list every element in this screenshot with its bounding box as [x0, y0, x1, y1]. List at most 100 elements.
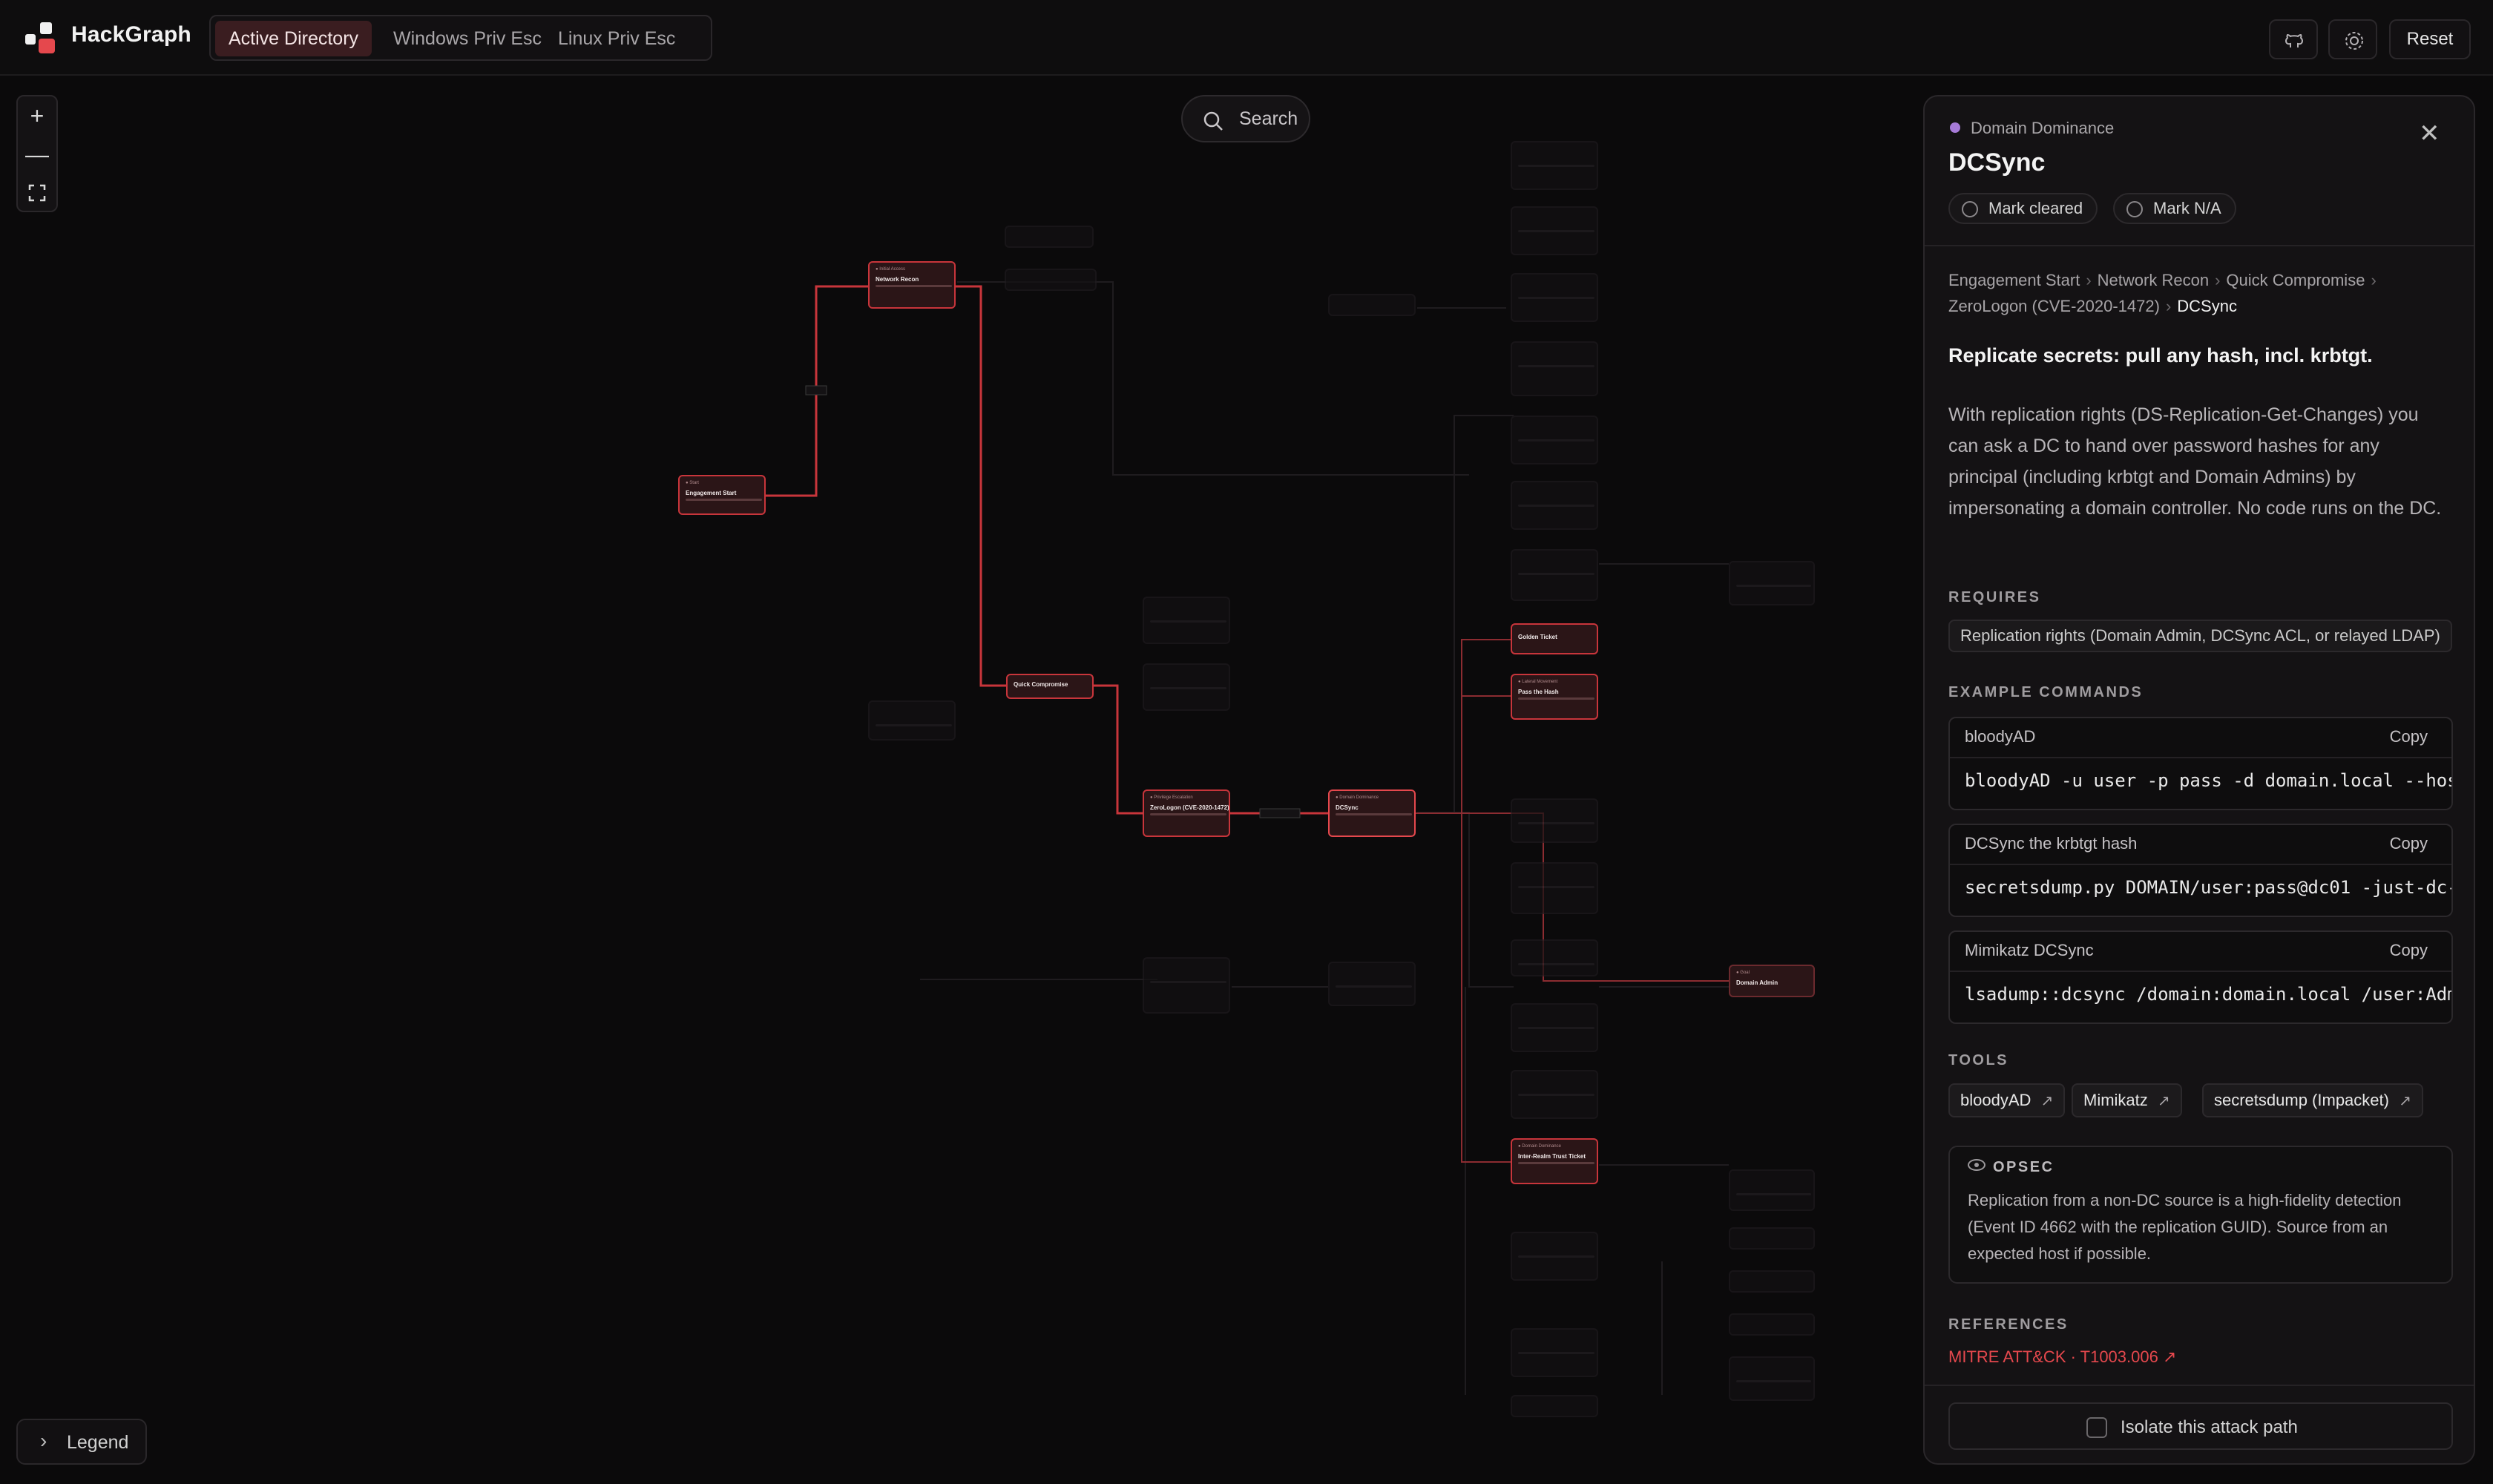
graph-node[interactable] [1511, 798, 1598, 843]
graph-node[interactable] [1511, 1395, 1598, 1417]
isolate-path-toggle[interactable]: Isolate this attack path [1948, 1402, 2453, 1450]
search-button[interactable]: Search [1181, 95, 1310, 142]
breadcrumb-item[interactable]: ZeroLogon (CVE-2020-1472) [1948, 297, 2160, 315]
fit-view-button[interactable] [18, 174, 56, 212]
search-icon [1203, 111, 1223, 131]
graph-node-golden-ticket[interactable]: Golden Ticket [1511, 623, 1598, 654]
graph-node-dcsync[interactable]: ● Domain Dominance DCSync [1328, 789, 1416, 837]
divider [1925, 245, 2474, 246]
legend-label: Legend [67, 1432, 129, 1453]
opsec-heading: OPSEC [1993, 1159, 2054, 1175]
copy-button[interactable]: Copy [2390, 727, 2428, 746]
graph-node-zerologon[interactable]: ● Privilege Escalation ZeroLogon (CVE-20… [1143, 789, 1230, 837]
graph-node[interactable] [1729, 1313, 1815, 1336]
graph-node[interactable] [1511, 416, 1598, 464]
graph-node[interactable] [1511, 1328, 1598, 1377]
ban-icon [2126, 201, 2143, 217]
graph-node-inter-realm-trust-ticket[interactable]: ● Domain Dominance Inter-Realm Trust Tic… [1511, 1138, 1598, 1184]
references-heading: REFERENCES [1948, 1316, 2069, 1333]
command-label: bloodyAD [1965, 727, 2036, 746]
divider [1925, 1385, 2474, 1386]
chevron-right-icon: › [40, 1429, 47, 1452]
graph-node[interactable] [1511, 1070, 1598, 1119]
graph-node[interactable] [1143, 663, 1230, 711]
graph-node-engagement-start[interactable]: ● Start Engagement Start [678, 475, 766, 515]
node-title: DCSync [1948, 148, 2046, 177]
search-label: Search [1239, 108, 1298, 129]
graph-node[interactable] [1511, 862, 1598, 914]
tool-link-mimikatz[interactable]: Mimikatz ↗ [2072, 1083, 2182, 1117]
graph-node[interactable] [1511, 549, 1598, 601]
chevron-right-icon: › [2371, 271, 2377, 289]
graph-node[interactable] [1511, 1003, 1598, 1052]
graph-node-domain-admin[interactable]: ● Goal Domain Admin [1729, 965, 1815, 997]
command-label: Mimikatz DCSync [1965, 941, 2094, 959]
command-code[interactable]: lsadump::dcsync /domain:domain.local /us… [1965, 984, 2451, 1005]
breadcrumb-item[interactable]: Quick Compromise [2226, 271, 2365, 289]
graph-node[interactable] [868, 700, 956, 741]
graph-node[interactable] [1143, 957, 1230, 1014]
node-detail-panel: Domain Dominance ✕ DCSync Mark cleared M… [1923, 95, 2475, 1465]
graph-node[interactable] [1511, 481, 1598, 530]
zoom-out-button[interactable]: — [18, 135, 56, 174]
graph-node[interactable] [1729, 1270, 1815, 1293]
requires-chip: Replication rights (Domain Admin, DCSync… [1948, 620, 2452, 652]
breadcrumb-current: DCSync [2177, 297, 2237, 315]
fit-view-icon [28, 184, 46, 202]
graph-node[interactable] [1511, 341, 1598, 396]
commands-heading: EXAMPLE COMMANDS [1948, 684, 2144, 700]
external-link-icon: ↗ [2040, 1093, 2054, 1109]
graph-node[interactable] [1511, 1232, 1598, 1281]
checkbox[interactable] [2086, 1417, 2107, 1438]
command-code[interactable]: bloodyAD -u user -p pass -d domain.local… [1965, 770, 2451, 791]
breadcrumb-item[interactable]: Engagement Start [1948, 271, 2080, 289]
breadcrumb-item[interactable]: Network Recon [2098, 271, 2209, 289]
graph-node[interactable] [1511, 141, 1598, 190]
legend-toggle[interactable]: › Legend [16, 1419, 147, 1465]
copy-button[interactable]: Copy [2390, 941, 2428, 960]
command-block: Mimikatz DCSync Copy lsadump::dcsync /do… [1948, 930, 2453, 1024]
tool-link-bloodyad[interactable]: bloodyAD ↗ [1948, 1083, 2066, 1117]
chevron-right-icon: › [2086, 271, 2092, 289]
graph-node[interactable] [1143, 597, 1230, 644]
category-dot-icon [1950, 122, 1960, 133]
zoom-in-button[interactable]: + [18, 96, 56, 135]
graph-node[interactable] [1729, 1356, 1815, 1401]
graph-node-network-recon[interactable]: ● Initial Access Network Recon [868, 261, 956, 309]
graph-node[interactable] [1729, 561, 1815, 605]
eye-icon [1968, 1159, 1985, 1171]
chevron-right-icon: › [2165, 297, 2172, 315]
graph-node[interactable] [1511, 206, 1598, 255]
graph-node-quick-compromise[interactable]: Quick Compromise [1006, 674, 1094, 699]
command-block: bloodyAD Copy bloodyAD -u user -p pass -… [1948, 717, 2453, 810]
graph-node[interactable] [1005, 226, 1094, 248]
node-category: Domain Dominance [1950, 119, 2114, 138]
zoom-controls: + — [16, 95, 58, 212]
graph-node[interactable] [1511, 273, 1598, 322]
command-code[interactable]: secretsdump.py DOMAIN/user:pass@dc01 -ju… [1965, 877, 2451, 898]
reference-link[interactable]: MITRE ATT&CK · T1003.006 ↗ [1948, 1347, 2176, 1367]
copy-button[interactable]: Copy [2390, 834, 2428, 853]
mark-cleared-button[interactable]: Mark cleared [1948, 193, 2098, 224]
requires-heading: REQUIRES [1948, 589, 2041, 605]
graph-node[interactable] [1729, 1227, 1815, 1250]
graph-node[interactable] [1328, 962, 1416, 1006]
command-label: DCSync the krbtgt hash [1965, 834, 2138, 853]
graph-node[interactable] [1511, 939, 1598, 976]
mark-na-button[interactable]: Mark N/A [2113, 193, 2236, 224]
tools-heading: TOOLS [1948, 1052, 2009, 1068]
circle-icon [1962, 201, 1978, 217]
close-icon[interactable]: ✕ [2419, 119, 2440, 148]
external-link-icon: ↗ [2162, 1347, 2177, 1366]
graph-node[interactable] [1729, 1169, 1815, 1211]
tool-link-secretsdump[interactable]: secretsdump (Impacket) ↗ [2202, 1083, 2423, 1117]
external-link-icon: ↗ [2158, 1093, 2170, 1109]
graph-node[interactable] [1328, 294, 1416, 316]
opsec-text: Replication from a non-DC source is a hi… [1968, 1191, 2402, 1263]
opsec-note: OPSEC Replication from a non-DC source i… [1948, 1146, 2453, 1284]
graph-node[interactable] [1005, 269, 1097, 291]
breadcrumb: Engagement Start › Network Recon › Quick Com… [1948, 267, 2453, 319]
graph-node-pass-the-hash[interactable]: ● Lateral Movement Pass the Hash [1511, 674, 1598, 720]
isolate-label: Isolate this attack path [2121, 1417, 2298, 1437]
external-link-icon: ↗ [2399, 1093, 2411, 1109]
